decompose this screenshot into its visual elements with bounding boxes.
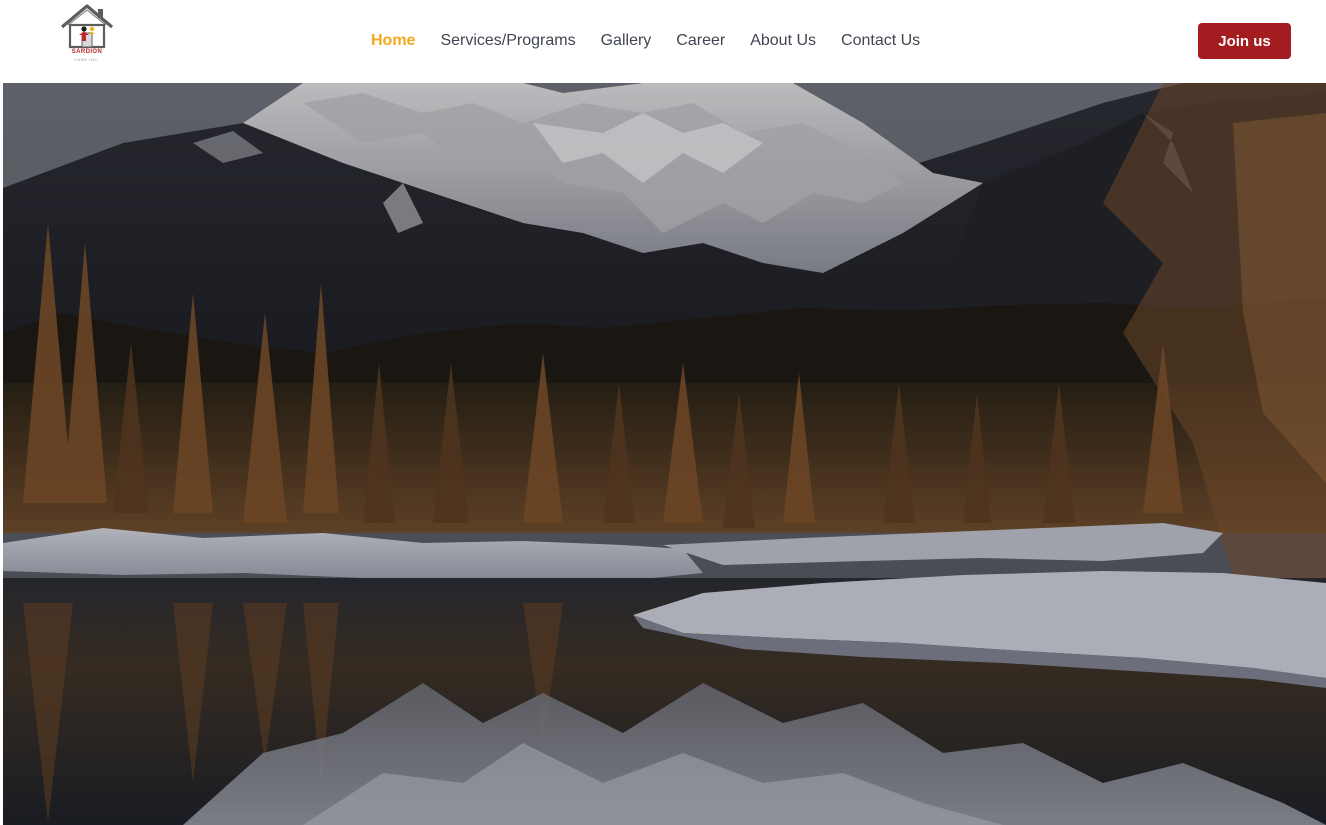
logo[interactable]: SARDION CARE INC. (56, 3, 118, 65)
join-us-button[interactable]: Join us (1198, 23, 1291, 59)
logo-tagline: CARE INC. (74, 57, 100, 62)
navbar: SARDION CARE INC. Home Services/Programs… (0, 0, 1326, 83)
nav-link-career[interactable]: Career (676, 31, 725, 51)
nav-link-services-programs[interactable]: Services/Programs (440, 31, 575, 51)
main-nav: Home Services/Programs Gallery Career Ab… (371, 31, 945, 51)
nav-link-gallery[interactable]: Gallery (601, 31, 652, 51)
logo-name: SARDION (71, 49, 103, 55)
nav-link-contact-us[interactable]: Contact Us (841, 31, 920, 51)
hero-image (3, 83, 1326, 825)
hero-section (3, 83, 1326, 825)
nav-link-about-us[interactable]: About Us (750, 31, 816, 51)
page: SARDION CARE INC. Home Services/Programs… (0, 0, 1326, 825)
nav-link-home[interactable]: Home (371, 31, 415, 51)
